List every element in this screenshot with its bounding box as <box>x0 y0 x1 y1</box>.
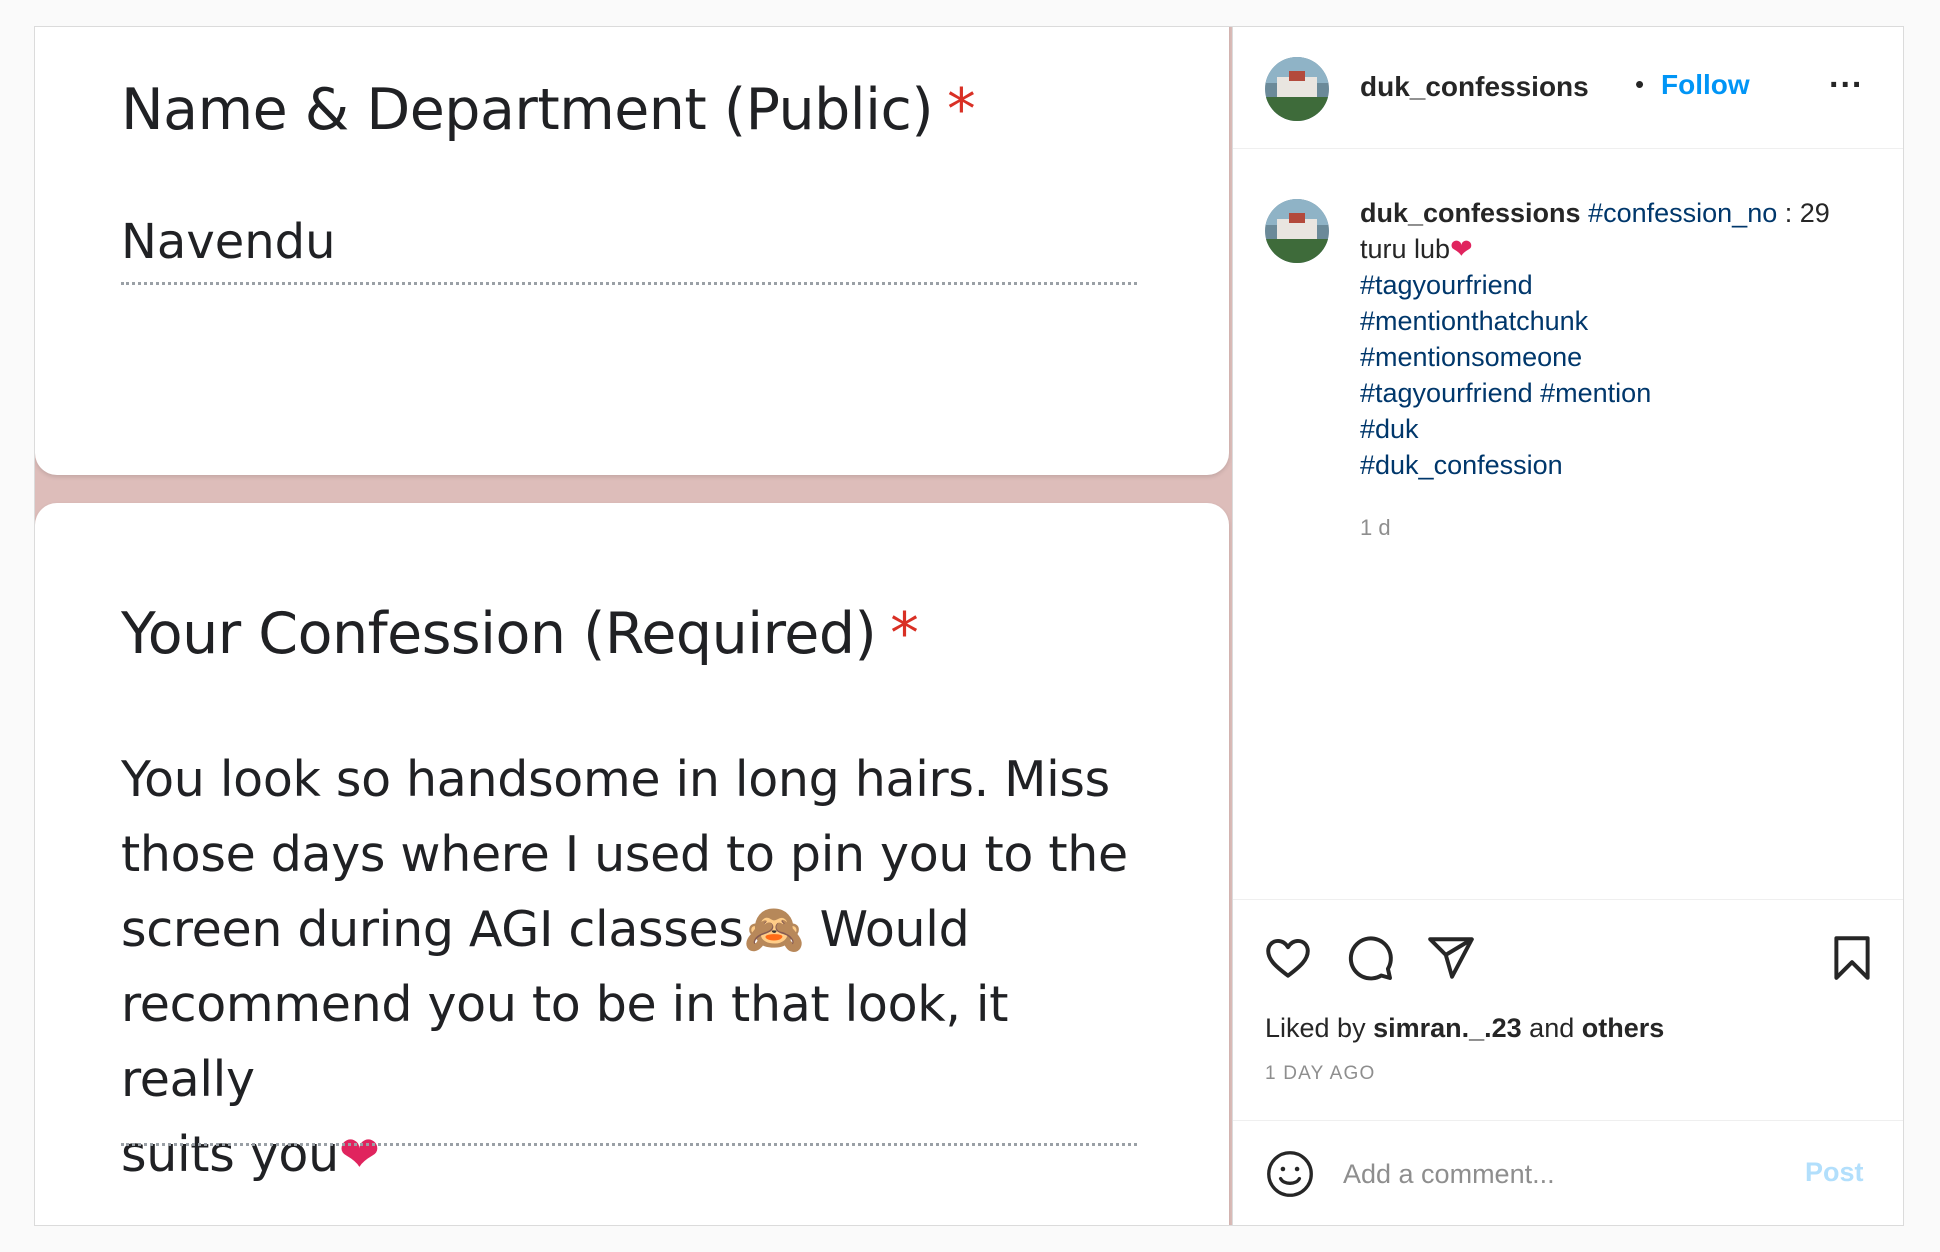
answer-line: those days where I used to pin you to th… <box>121 826 1128 883</box>
avatar[interactable] <box>1265 57 1329 121</box>
answer-line: recommend you to be in that look, it rea… <box>121 976 1009 1108</box>
follow-button[interactable]: Follow <box>1661 69 1750 101</box>
post-side-panel: duk_confessions • Follow ... duk_confess… <box>1233 27 1903 1225</box>
header-username[interactable]: duk_confessions <box>1360 71 1589 103</box>
answer-line: screen during AGI classes <box>121 901 744 958</box>
caption-text: : 29 <box>1777 198 1830 228</box>
hashtag-link[interactable]: #mentionthatchunk <box>1360 306 1588 336</box>
heart-icon[interactable] <box>1263 933 1313 983</box>
question-title-text: Your Confession (Required) <box>121 601 877 667</box>
likes-others-link[interactable]: others <box>1582 1013 1665 1043</box>
post-caption: duk_confessions #confession_no : 29 turu… <box>1360 195 1880 483</box>
emoji-icon[interactable] <box>1265 1149 1315 1199</box>
post-comment-button[interactable]: Post <box>1805 1157 1864 1188</box>
answer-name: Navendu <box>121 214 336 270</box>
hashtag-link[interactable]: #tagyourfriend <box>1360 270 1533 300</box>
required-asterisk: * <box>890 601 919 667</box>
form-card-name: Name & Department (Public) * Navendu <box>35 27 1229 475</box>
comment-icon[interactable] <box>1345 933 1395 983</box>
share-icon[interactable] <box>1426 933 1476 983</box>
answer-line: suits you <box>121 1126 339 1183</box>
likes-summary: Liked by simran._.23 and others <box>1265 1013 1664 1044</box>
liked-by-user-link[interactable]: simran._.23 <box>1373 1013 1522 1043</box>
form-card-confession: Your Confession (Required) * You look so … <box>35 503 1229 1225</box>
bookmark-icon[interactable] <box>1827 933 1877 983</box>
caption-username[interactable]: duk_confessions <box>1360 198 1581 228</box>
required-asterisk: * <box>947 77 976 143</box>
caption-timestamp[interactable]: 1 d <box>1360 515 1391 541</box>
answer-underline <box>121 1143 1137 1146</box>
answer-underline <box>121 282 1137 285</box>
answer-confession: You look so handsome in long hairs. Miss… <box>121 742 1151 1192</box>
hashtag-link[interactable]: #duk <box>1360 414 1419 444</box>
hashtag-link[interactable]: #confession_no <box>1588 198 1777 228</box>
question-title-text: Name & Department (Public) <box>121 77 934 143</box>
post-timestamp[interactable]: 1 DAY AGO <box>1265 1063 1375 1085</box>
question-title-confession: Your Confession (Required) * <box>121 601 919 667</box>
hashtag-link[interactable]: #duk_confession <box>1360 450 1563 480</box>
separator-dot: • <box>1635 69 1645 99</box>
post-modal: Name & Department (Public) * Navendu Your… <box>34 26 1904 1226</box>
caption-avatar[interactable] <box>1265 199 1329 263</box>
answer-line: You look so handsome in long hairs. Miss <box>121 751 1110 808</box>
see-no-evil-monkey-emoji: 🙈 <box>743 901 805 958</box>
hashtag-link[interactable]: #mention <box>1540 378 1651 408</box>
question-title-name: Name & Department (Public) * <box>121 77 976 143</box>
comment-divider <box>1233 1120 1903 1121</box>
post-header: duk_confessions • Follow ... <box>1233 27 1903 149</box>
comment-input[interactable] <box>1343 1151 1763 1197</box>
hashtag-link[interactable]: #tagyourfriend <box>1360 378 1533 408</box>
heart-emoji: ❤ <box>338 1126 380 1183</box>
likes-text: and <box>1521 1013 1582 1043</box>
hashtag-link[interactable]: #mentionsomeone <box>1360 342 1582 372</box>
more-icon[interactable]: ... <box>1829 57 1863 96</box>
answer-line: Would <box>819 901 970 958</box>
caption-text: turu lub <box>1360 234 1451 264</box>
heart-emoji: ❤ <box>1450 234 1473 264</box>
actions-divider <box>1233 899 1903 900</box>
likes-text: Liked by <box>1265 1013 1374 1043</box>
post-media: Name & Department (Public) * Navendu Your… <box>35 27 1232 1225</box>
